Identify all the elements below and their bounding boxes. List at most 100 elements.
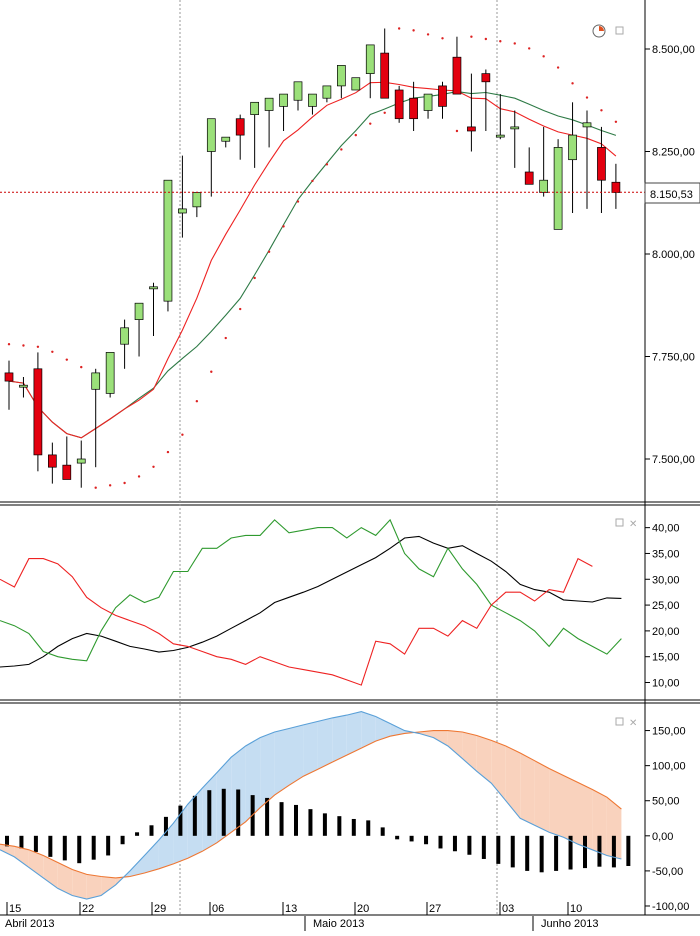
parabolic-sar-dot xyxy=(585,96,589,99)
macd-histogram-bar xyxy=(452,835,457,852)
macd-fill-area xyxy=(317,717,333,770)
adx-y-tick-label: 35,00 xyxy=(652,548,680,560)
candle-body xyxy=(308,93,317,107)
candle-body xyxy=(264,97,274,111)
price-y-tick-label: 8.000,00 xyxy=(652,249,695,261)
adx-y-tick-label: 10,00 xyxy=(652,678,680,690)
parabolic-sar-dot xyxy=(311,179,314,183)
macd-y-tick-label: -50,00 xyxy=(652,866,683,878)
candle-body xyxy=(510,126,520,130)
candle-body xyxy=(19,384,28,388)
parabolic-sar-dot xyxy=(354,133,357,137)
candle-body xyxy=(553,147,563,230)
date-tick-label: 13 xyxy=(285,903,297,915)
candle-body xyxy=(524,171,534,185)
price-y-tick-label: 8.250,00 xyxy=(652,147,695,159)
parabolic-sar-dot xyxy=(412,29,415,32)
month-label: Maio 2013 xyxy=(313,918,364,930)
parabolic-sar-dot xyxy=(542,55,545,58)
macd-histogram-bar xyxy=(192,795,197,836)
macd-histogram-bar xyxy=(409,835,414,842)
candle-body xyxy=(365,44,375,74)
macd-fill-area xyxy=(303,721,318,777)
chart-window: 7.500,00 7.750,00 8.000,00 8.250,00 8.500,00… xyxy=(0,0,700,931)
macd-histogram-bar xyxy=(554,835,559,871)
macd-histogram-bar xyxy=(322,813,327,836)
macd-fill-area xyxy=(520,753,535,826)
candle-body xyxy=(105,352,115,394)
parabolic-sar-dot xyxy=(195,400,199,403)
price-y-tick-label: 7.750,00 xyxy=(652,352,695,364)
macd-histogram-bar xyxy=(178,805,183,836)
candle-body xyxy=(438,85,447,107)
parabolic-sar-dot xyxy=(426,33,430,36)
parabolic-sar-dot xyxy=(600,109,603,112)
candle-body xyxy=(452,56,462,95)
parabolic-sar-dot xyxy=(181,433,184,436)
macd-histogram-bar xyxy=(366,820,371,836)
macd-histogram-bar xyxy=(539,835,544,873)
macd-histogram-bar xyxy=(626,835,631,866)
parabolic-sar-dot xyxy=(210,370,213,373)
candle-body xyxy=(409,97,418,120)
candle-body xyxy=(47,454,57,468)
candle-body xyxy=(163,179,173,302)
macd-y-tick-label: 100,00 xyxy=(652,761,686,773)
macd-fill-area xyxy=(549,768,564,838)
macd-histogram-bar xyxy=(337,816,342,836)
parabolic-sar-dot xyxy=(282,225,285,228)
parabolic-sar-dot xyxy=(369,122,372,125)
parabolic-sar-dot xyxy=(239,307,242,311)
price-y-tick-label: 8.500,00 xyxy=(652,44,695,56)
macd-histogram-bar xyxy=(351,818,356,836)
parabolic-sar-dot xyxy=(397,27,401,30)
date-tick-label: 03 xyxy=(502,903,514,915)
candle-body xyxy=(33,368,43,456)
candle-body xyxy=(62,464,72,480)
macd-fill-area xyxy=(534,760,550,833)
macd-histogram-bar xyxy=(62,835,67,861)
current-price-label: 8.150,53 xyxy=(650,189,693,201)
macd-histogram-bar xyxy=(120,835,125,845)
parabolic-sar-dot xyxy=(108,484,112,487)
candle-body xyxy=(221,136,231,142)
candle-body xyxy=(582,122,592,128)
adx-y-tick-label: 20,00 xyxy=(652,626,680,638)
macd-y-tick-label: 0,00 xyxy=(652,831,673,843)
month-label: Abril 2013 xyxy=(5,918,55,930)
macd-histogram-bar xyxy=(481,835,486,859)
parabolic-sar-dot xyxy=(383,111,386,115)
macd-fill-area xyxy=(86,874,102,899)
candle-body xyxy=(149,286,158,290)
clock-icon[interactable] xyxy=(592,24,606,38)
date-tick-label: 20 xyxy=(357,903,369,915)
close-icon[interactable]: ✕ xyxy=(629,519,637,530)
candle-body xyxy=(134,302,144,320)
candle-body xyxy=(4,372,14,382)
parabolic-sar-dot xyxy=(484,37,488,41)
candle-body xyxy=(322,85,332,99)
macd-y-tick-label: 150,00 xyxy=(652,726,686,738)
candle-body xyxy=(279,93,288,107)
parabolic-sar-dot xyxy=(80,365,83,369)
date-tick-label: 15 xyxy=(9,903,21,915)
parabolic-sar-dot xyxy=(152,465,155,468)
chart-canvas: 7.500,00 7.750,00 8.000,00 8.250,00 8.500,00… xyxy=(0,0,700,931)
candle-body xyxy=(611,181,621,193)
parabolic-sar-dot xyxy=(556,66,560,69)
macd-histogram-bar xyxy=(308,809,313,836)
macd-histogram-bar xyxy=(597,835,602,867)
macd-histogram-bar xyxy=(106,835,111,856)
parabolic-sar-dot xyxy=(65,358,69,361)
date-tick-label: 29 xyxy=(154,903,166,915)
parabolic-sar-dot xyxy=(325,163,329,166)
candle-body xyxy=(250,101,259,115)
parabolic-sar-dot xyxy=(296,200,300,203)
date-tick-label: 22 xyxy=(82,903,94,915)
candle-body xyxy=(91,372,101,390)
candle-body xyxy=(423,93,433,111)
close-icon[interactable]: ✕ xyxy=(629,718,637,729)
adx-y-tick-label: 15,00 xyxy=(652,652,680,664)
candle-body xyxy=(351,77,361,91)
macd-histogram-bar xyxy=(265,797,270,836)
